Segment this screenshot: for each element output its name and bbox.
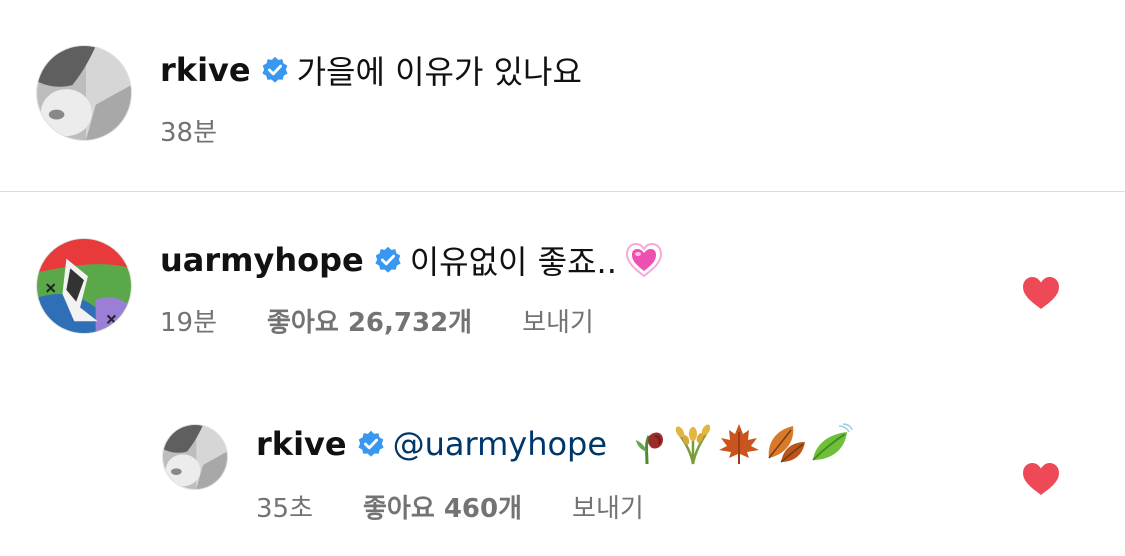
avatar-photo-icon [37,239,131,333]
like-heart-icon[interactable] [1022,276,1060,310]
comment-username[interactable]: uarmyhope [160,241,364,279]
sheaf-of-rice-icon [671,422,715,466]
post-caption-line: rkive 가을에 이유가 있나요 [160,50,582,91]
post-author-username[interactable]: rkive [160,51,251,89]
post-caption-text: 가을에 이유가 있나요 [296,53,582,91]
growing-heart-icon [623,240,665,280]
mention-link[interactable]: @uarmyhope [393,425,607,463]
comment-timestamp: 19분 [160,307,218,338]
divider [0,191,1125,192]
verified-badge-icon [374,246,402,274]
comment-likes-count[interactable]: 좋아요 26,732개 [267,302,472,339]
reply-likes-count[interactable]: 좋아요 460개 [363,488,522,525]
reply-username[interactable]: rkive [256,425,347,463]
verified-badge-icon [357,430,385,458]
reply-timestamp: 35초 [256,493,314,524]
avatar-photo-icon [163,425,227,489]
leaf-fluttering-in-wind-icon [809,422,853,466]
like-heart-icon[interactable] [1022,462,1060,496]
reply-meta: 35초 좋아요 460개 보내기 [256,488,644,525]
commenter-avatar[interactable] [36,238,132,334]
reply-author-avatar[interactable] [162,424,228,490]
comment-line: uarmyhope 이유없이 좋죠.. [160,240,665,281]
verified-badge-icon [261,56,289,84]
wilted-flower-icon [625,422,669,466]
comments-screen: rkive 가을에 이유가 있나요 38분 uarmyhope 이유없이 좋죠.… [0,0,1125,556]
reply-button[interactable]: 보내기 [522,302,594,339]
reply-line: rkive @uarmyhope [256,422,853,466]
comment-meta: 19분 좋아요 26,732개 보내기 [160,302,594,339]
post-author-avatar[interactable] [36,45,132,141]
comment-text: 이유없이 좋죠.. [409,243,617,281]
reply-button[interactable]: 보내기 [572,488,644,525]
post-timestamp: 38분 [160,117,218,148]
post-caption: rkive 가을에 이유가 있나요 38분 [0,0,1125,192]
maple-leaf-icon [717,422,761,466]
avatar-photo-icon [37,46,131,140]
post-meta: 38분 [160,114,218,148]
fallen-leaf-icon [763,422,807,466]
